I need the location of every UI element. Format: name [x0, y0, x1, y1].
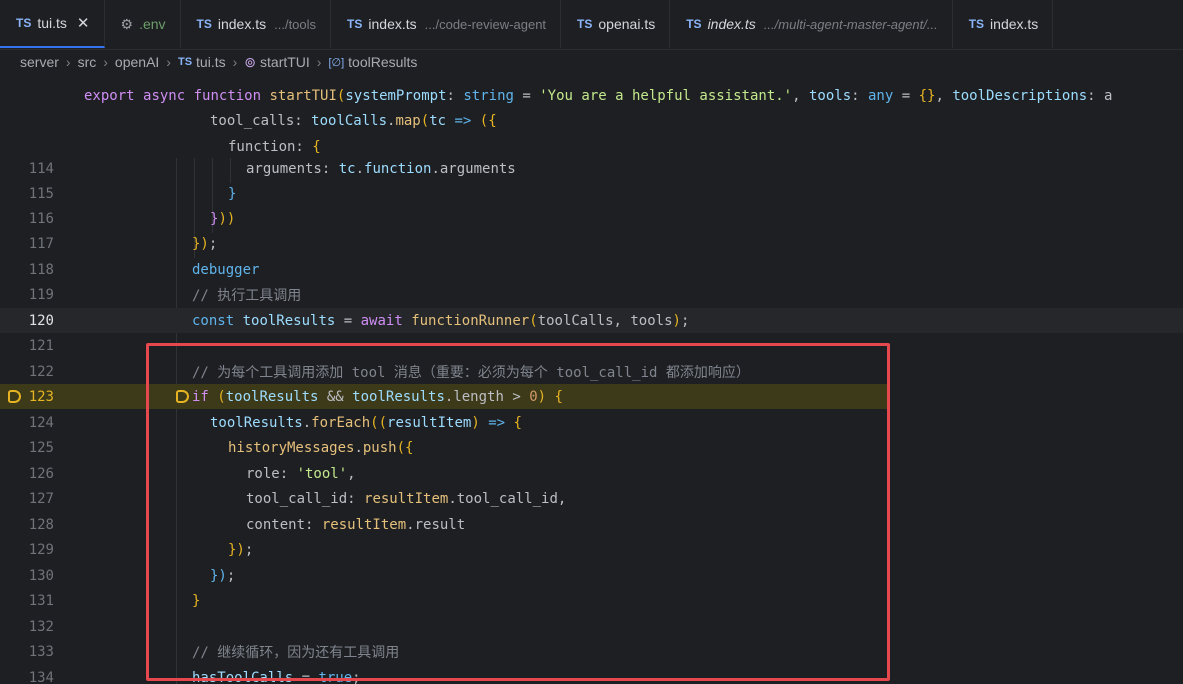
code-text: const toolResults = await functionRunner…	[192, 312, 690, 329]
code-line[interactable]: 119 // 执行工具调用	[0, 282, 1183, 307]
tab-index-multi-agent[interactable]: TS index.ts .../multi-agent-master-agent…	[670, 0, 953, 48]
code-text: }	[228, 185, 237, 202]
code-line[interactable]: 118 debugger	[0, 257, 1183, 282]
line-number: 127	[28, 490, 54, 507]
breadcrumb-item-toolresults[interactable]: [∅] toolResults	[328, 54, 417, 70]
close-icon[interactable]: ✕	[77, 14, 90, 32]
sticky-line[interactable]: tool_calls: toolCalls.map(tc => ({	[0, 108, 1183, 133]
line-number: 114	[28, 160, 54, 177]
typescript-icon: TS	[16, 16, 32, 30]
tab-label: openai.ts	[598, 16, 656, 32]
code-line[interactable]: 116 }))	[0, 206, 1183, 231]
line-number: 118	[28, 261, 54, 278]
breadcrumb-item-openai[interactable]: openAI ›	[115, 54, 178, 70]
breadcrumb-label: startTUI	[260, 54, 310, 70]
tab-index-code-review-agent[interactable]: TS index.ts .../code-review-agent	[331, 0, 562, 48]
breadcrumb-item-tui-ts[interactable]: TS tui.ts ›	[178, 54, 244, 70]
code-line[interactable]: 117 });	[0, 231, 1183, 256]
variable-icon: [∅]	[328, 56, 345, 69]
breadcrumb-item-src[interactable]: src ›	[78, 54, 115, 70]
line-number: 116	[28, 210, 54, 227]
tab-label: index.ts	[990, 16, 1039, 32]
breadcrumb-label: src	[77, 54, 97, 70]
typescript-icon: TS	[968, 17, 985, 31]
code-line[interactable]: 115 }	[0, 181, 1183, 206]
chevron-right-icon: ›	[65, 54, 71, 70]
line-number: 133	[28, 643, 54, 660]
sticky-code: function: {	[228, 138, 321, 155]
breadcrumb-item-server[interactable]: server ›	[20, 54, 78, 70]
tab-path-hint: .../tools	[274, 16, 317, 32]
sticky-line[interactable]: export async function startTUI(systemPro…	[0, 83, 1183, 108]
line-number: 126	[28, 465, 54, 482]
line-number: 130	[28, 567, 54, 584]
chevron-right-icon: ›	[166, 54, 171, 70]
function-icon: ⊚	[244, 53, 257, 70]
line-number: 125	[28, 439, 54, 456]
breadcrumb-label: openAI	[114, 54, 160, 70]
tab-label: index.ts	[368, 16, 417, 32]
typescript-icon: TS	[686, 17, 702, 31]
breadcrumb-item-starttui[interactable]: ⊚ startTUI ›	[244, 54, 328, 71]
typescript-icon: TS	[196, 17, 212, 31]
gear-icon: ⚙	[120, 15, 134, 32]
chevron-right-icon: ›	[232, 54, 238, 70]
line-number: 132	[28, 618, 54, 635]
tab-tui-ts[interactable]: TS tui.ts ✕	[0, 0, 105, 48]
tab-path-hint: .../code-review-agent	[424, 16, 547, 32]
breadcrumb-label: server	[20, 54, 59, 70]
tab-openai-ts[interactable]: TS openai.ts	[561, 0, 671, 48]
line-number: 129	[28, 541, 54, 558]
breakpoint-icon[interactable]	[8, 390, 21, 403]
line-number: 134	[28, 669, 54, 684]
line-number: 122	[28, 363, 54, 380]
chevron-right-icon: ›	[316, 54, 322, 70]
tab-label: index.ts	[707, 16, 756, 32]
tab-env[interactable]: ⚙ .env	[105, 0, 181, 48]
tab-label: tui.ts	[37, 15, 67, 31]
line-number: 128	[28, 516, 54, 533]
highlight-annotation-box	[146, 343, 890, 681]
breadcrumb: server › src › openAI › TS tui.ts › ⊚ startTUI…	[0, 50, 1183, 74]
tab-label: index.ts	[217, 16, 267, 32]
code-line[interactable]: 114 arguments: tc.function.arguments	[0, 156, 1183, 181]
editor-tab-bar: TS tui.ts ✕ ⚙ .env TS index.ts .../tools…	[0, 0, 1183, 50]
code-comment: // 执行工具调用	[192, 287, 302, 304]
line-number: 117	[28, 235, 54, 252]
line-number: 120	[28, 312, 54, 329]
sticky-code: tool_calls: toolCalls.map(tc => ({	[210, 112, 497, 129]
chevron-right-icon: ›	[103, 54, 108, 70]
line-number: 124	[28, 414, 54, 431]
tab-path-hint: .../multi-agent-master-agent/...	[763, 16, 938, 32]
tab-index-tools[interactable]: TS index.ts .../tools	[181, 0, 332, 48]
line-number: 119	[28, 286, 54, 303]
tab-index-ts[interactable]: TS index.ts	[953, 0, 1054, 48]
line-number: 131	[28, 592, 54, 609]
code-text: debugger	[192, 261, 260, 278]
tab-label: .env	[139, 16, 166, 32]
line-number: 115	[28, 185, 54, 202]
breadcrumb-label: toolResults	[348, 54, 418, 70]
typescript-icon: TS	[177, 56, 193, 68]
typescript-icon: TS	[347, 17, 363, 31]
line-number: 121	[28, 337, 54, 354]
code-text: arguments: tc.function.arguments	[246, 160, 516, 177]
code-line-current[interactable]: 120 const toolResults = await functionRu…	[0, 308, 1183, 333]
code-text: }))	[210, 210, 236, 227]
code-text: });	[192, 235, 218, 252]
breadcrumb-label: tui.ts	[196, 54, 226, 70]
sticky-code: export async function startTUI(systemPro…	[84, 87, 1113, 104]
typescript-icon: TS	[577, 17, 593, 31]
